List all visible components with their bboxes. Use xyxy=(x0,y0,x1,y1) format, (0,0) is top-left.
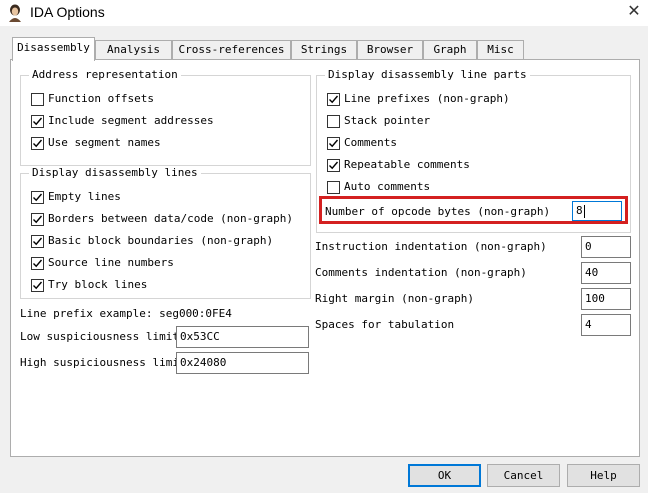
checkbox-label: Try block lines xyxy=(48,278,148,291)
checkbox-box[interactable] xyxy=(31,93,44,106)
highlight-annotation-box xyxy=(319,196,628,224)
high-suspiciousness-label: High suspiciousness limit xyxy=(20,356,186,369)
checkmark-icon xyxy=(33,281,43,290)
low-suspiciousness-input[interactable]: 0x53CC xyxy=(176,326,309,348)
help-button[interactable]: Help xyxy=(567,464,640,487)
cancel-button[interactable]: Cancel xyxy=(487,464,560,487)
display-disassembly-lines-group: Display disassembly lines Empty lines Bo… xyxy=(20,166,311,299)
comments-indentation-label: Comments indentation (non-graph) xyxy=(315,266,527,279)
tab-disassembly[interactable]: Disassembly xyxy=(12,37,95,61)
high-suspiciousness-input[interactable]: 0x24080 xyxy=(176,352,309,374)
tab-browser[interactable]: Browser xyxy=(357,40,423,59)
checkmark-icon xyxy=(33,215,43,224)
checkmark-icon xyxy=(33,117,43,126)
checkbox-label: Line prefixes (non-graph) xyxy=(344,92,510,105)
checkbox-box[interactable] xyxy=(327,159,340,172)
checkbox-box[interactable] xyxy=(31,115,44,128)
tab-spaces-label: Spaces for tabulation xyxy=(315,318,455,331)
checkmark-icon xyxy=(329,139,339,148)
low-suspiciousness-label: Low suspiciousness limit xyxy=(20,330,179,343)
right-margin-label: Right margin (non-graph) xyxy=(315,292,474,305)
checkbox-box[interactable] xyxy=(31,213,44,226)
close-button[interactable]: ✕ xyxy=(620,0,648,26)
comments-indentation-input[interactable]: 40 xyxy=(581,262,631,284)
instruction-indentation-input[interactable]: 0 xyxy=(581,236,631,258)
checkbox-box[interactable] xyxy=(327,181,340,194)
address-representation-group: Address representation Function offsets … xyxy=(20,68,311,166)
tab-graph[interactable]: Graph xyxy=(423,40,477,59)
checkbox-label: Empty lines xyxy=(48,190,121,203)
ok-button[interactable]: OK xyxy=(408,464,481,487)
group-title: Address representation xyxy=(29,68,181,81)
checkbox-box[interactable] xyxy=(31,235,44,248)
tab-analysis[interactable]: Analysis xyxy=(95,40,172,59)
checkbox-label: Stack pointer xyxy=(344,114,431,127)
checkmark-icon xyxy=(329,161,339,170)
disassembly-tab-panel: Address representation Function offsets … xyxy=(10,59,640,457)
checkbox-label: Function offsets xyxy=(48,92,154,105)
checkmark-icon xyxy=(33,259,43,268)
checkbox-box[interactable] xyxy=(327,137,340,150)
checkbox-label: Repeatable comments xyxy=(344,158,470,171)
tab-spaces-input[interactable]: 4 xyxy=(581,314,631,336)
group-title: Display disassembly line parts xyxy=(325,68,530,81)
checkmark-icon xyxy=(329,95,339,104)
instruction-indentation-label: Instruction indentation (non-graph) xyxy=(315,240,547,253)
tab-cross-references[interactable]: Cross-references xyxy=(172,40,291,59)
checkmark-icon xyxy=(33,193,43,202)
checkbox-box[interactable] xyxy=(327,93,340,106)
line-prefix-example: Line prefix example: seg000:0FE4 xyxy=(20,307,232,320)
tab-strings[interactable]: Strings xyxy=(291,40,357,59)
checkbox-label: Auto comments xyxy=(344,180,431,193)
checkbox-label: Borders between data/code (non-graph) xyxy=(48,212,294,225)
checkbox-label: Source line numbers xyxy=(48,256,174,269)
tab-misc[interactable]: Misc xyxy=(477,40,524,59)
checkbox-label: Use segment names xyxy=(48,136,161,149)
group-title: Display disassembly lines xyxy=(29,166,201,179)
checkbox-box[interactable] xyxy=(31,279,44,292)
checkbox-box[interactable] xyxy=(31,191,44,204)
checkbox-label: Include segment addresses xyxy=(48,114,214,127)
ida-app-icon xyxy=(6,4,24,22)
checkbox-box[interactable] xyxy=(31,257,44,270)
checkbox-box[interactable] xyxy=(327,115,340,128)
checkbox-label: Comments xyxy=(344,136,397,149)
window-title: IDA Options xyxy=(30,4,105,20)
right-margin-input[interactable]: 100 xyxy=(581,288,631,310)
checkbox-box[interactable] xyxy=(31,137,44,150)
checkmark-icon xyxy=(33,139,43,148)
checkmark-icon xyxy=(33,237,43,246)
checkbox-label: Basic block boundaries (non-graph) xyxy=(48,234,274,247)
